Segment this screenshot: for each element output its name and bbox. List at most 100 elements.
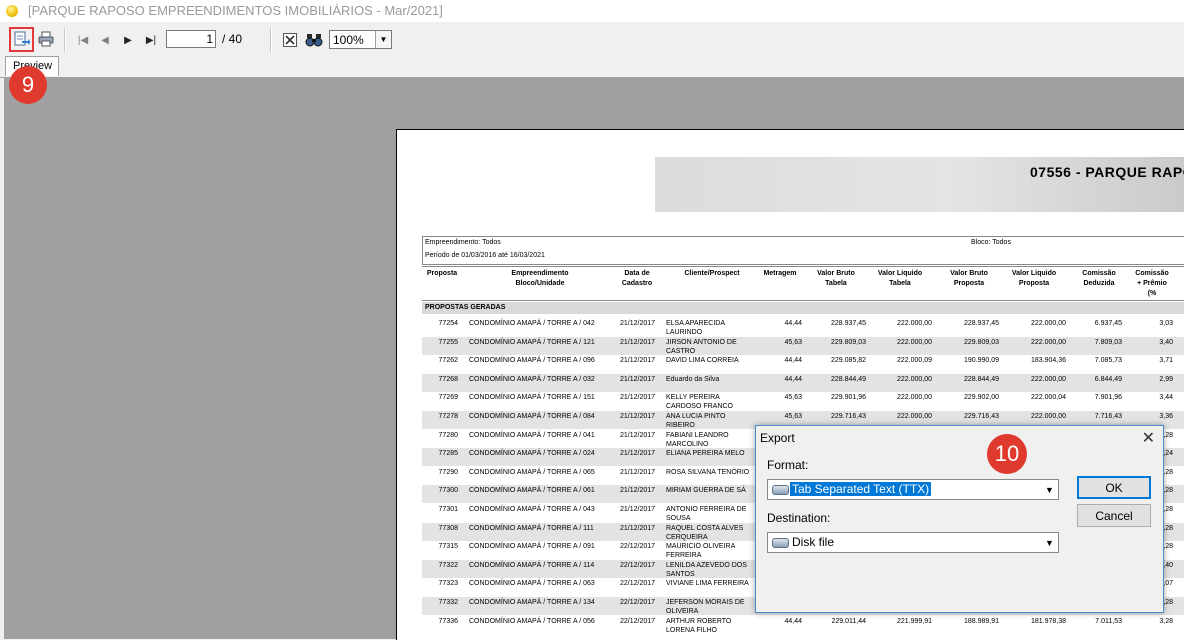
format-select-value: Tab Separated Text (TTX) xyxy=(790,482,932,496)
table-cell-vbt: 229.085,82 xyxy=(830,357,866,365)
table-cell-vlp: 222.000,00 xyxy=(1030,338,1066,346)
table-cell-metragem: 44,44 xyxy=(784,617,802,625)
next-page-button[interactable]: ▶ xyxy=(117,29,139,51)
table-cell-vbp: 228.937,45 xyxy=(963,320,999,327)
table-cell-cliente: JIRSON ANTONIO DE CASTRO xyxy=(666,338,737,355)
first-page-button[interactable]: |◀ xyxy=(72,29,94,51)
table-cell-proposta: 77332 xyxy=(438,599,458,606)
table-cell-cliente: FABIANI LEANDRO MARCOLINO xyxy=(666,431,729,448)
table-cell-metragem: 44,44 xyxy=(784,357,802,365)
table-cell-empreend: CONDOMÍNIO AMAPÁ / TORRE A / 041 xyxy=(469,431,595,439)
table-cell-proposta: 77323 xyxy=(438,580,458,588)
table-cell-vlp: 222.000,00 xyxy=(1030,413,1066,420)
table-cell-proposta: 77290 xyxy=(438,468,458,476)
table-cell-cliente: ELSA APARECIDA LAURINDO xyxy=(666,320,725,336)
chevron-down-icon[interactable]: ▼ xyxy=(1041,533,1058,552)
next-page-icon: ▶ xyxy=(124,34,132,46)
table-cell-vbt: 229.716,43 xyxy=(830,413,866,420)
table-cell-empreend: CONDOMÍNIO AMAPÁ / TORRE A / 065 xyxy=(469,468,595,476)
table-cell-cliente: MIRIAM GUERRA DE SÁ xyxy=(666,487,746,495)
filter-bloco: Bloco: Todos xyxy=(971,239,1011,246)
last-page-button[interactable]: ▶| xyxy=(140,29,162,51)
table-cell-empreend: CONDOMÍNIO AMAPÁ / TORRE A / 063 xyxy=(469,580,595,588)
column-header: Valor Bruto Proposta xyxy=(950,270,988,287)
column-header: Empreendimento Bloco/Unidade xyxy=(511,270,569,287)
table-cell-proposta: 77278 xyxy=(438,413,458,420)
destination-select[interactable]: Disk file ▼ xyxy=(767,532,1059,553)
prev-page-button[interactable]: ◀ xyxy=(94,29,116,51)
table-header: Proposta Empreendimento Bloco/Unidade Da… xyxy=(422,266,1184,301)
table-cell-vbp: 190.990,09 xyxy=(963,357,999,365)
table-cell-empreend: CONDOMÍNIO AMAPÁ / TORRE A / 151 xyxy=(469,394,595,402)
chevron-down-icon[interactable]: ▼ xyxy=(1041,480,1058,499)
format-select[interactable]: Tab Separated Text (TTX) ▼ xyxy=(767,479,1059,500)
table-row: 77336 CONDOMÍNIO AMAPÁ / TORRE A / 056 22/… xyxy=(422,616,1184,634)
page-total: / 40 xyxy=(222,32,243,46)
table-cell-vlt: 222.000,00 xyxy=(896,394,932,402)
table-cell-compre: 2,99 xyxy=(1159,375,1173,383)
table-cell-vlt: 222.000,00 xyxy=(896,413,932,420)
table-cell-proposta: 77285 xyxy=(438,450,458,458)
disk-icon xyxy=(772,538,789,548)
column-header: Valor Liquido Proposta xyxy=(1011,270,1057,287)
print-button[interactable] xyxy=(35,28,57,50)
group-header: PROPOSTAS GERADAS xyxy=(422,302,1184,314)
table-cell-data: 21/12/2017 xyxy=(620,487,656,495)
table-cell-proposta: 77255 xyxy=(438,338,458,346)
chevron-down-icon[interactable]: ▼ xyxy=(375,31,391,48)
table-cell-empreend: CONDOMÍNIO AMAPÁ / TORRE A / 096 xyxy=(469,357,595,365)
cancel-button[interactable]: Cancel xyxy=(1077,504,1151,527)
table-cell-data: 21/12/2017 xyxy=(620,524,656,532)
close-icon[interactable]: ✕ xyxy=(1142,428,1155,448)
table-cell-metragem: 44,44 xyxy=(784,320,802,327)
first-page-icon: |◀ xyxy=(77,34,89,46)
table-cell-vbt: 229.809,03 xyxy=(830,338,866,346)
zoom-select[interactable]: 100% ▼ xyxy=(329,30,392,49)
ok-button[interactable]: OK xyxy=(1077,476,1151,499)
table-cell-proposta: 77315 xyxy=(438,543,458,551)
filter-periodo: Período de 01/03/2016 até 16/03/2021 xyxy=(425,252,545,259)
table-cell-vlt: 222.000,00 xyxy=(896,320,932,327)
table-cell-proposta: 77280 xyxy=(438,431,458,439)
close-report-icon xyxy=(283,33,297,47)
table-cell-empreend: CONDOMÍNIO AMAPÁ / TORRE A / 024 xyxy=(469,450,595,458)
table-row: 77269 CONDOMÍNIO AMAPÁ / TORRE A / 151 21/… xyxy=(422,392,1184,410)
table-cell-data: 21/12/2017 xyxy=(620,357,656,365)
column-header: Cliente/Prospect xyxy=(684,270,740,277)
table-cell-empreend: CONDOMÍNIO AMAPÁ / TORRE A / 061 xyxy=(469,487,595,495)
table-cell-empreend: CONDOMÍNIO AMAPÁ / TORRE A / 056 xyxy=(469,617,595,625)
table-cell-proposta: 77254 xyxy=(438,320,458,327)
table-cell-data: 21/12/2017 xyxy=(620,338,656,346)
table-cell-data: 21/12/2017 xyxy=(620,394,656,402)
report-title: 07556 - PARQUE RAPO xyxy=(1030,164,1184,180)
table-cell-empreend: CONDOMÍNIO AMAPÁ / TORRE A / 121 xyxy=(469,338,595,346)
table-cell-metragem: 45,63 xyxy=(784,394,802,402)
column-header: Valor Liquido Tabela xyxy=(877,270,923,287)
window-title: [PARQUE RAPOSO EMPREENDIMENTOS IMOBILIÁR… xyxy=(28,3,443,18)
table-cell-cliente: MAURICIO OLIVEIRA FERREIRA xyxy=(666,543,735,560)
close-report-button[interactable] xyxy=(279,29,301,51)
prev-page-icon: ◀ xyxy=(101,34,109,46)
table-cell-vbp: 228.844,49 xyxy=(963,375,999,383)
table-cell-comded: 7.901,96 xyxy=(1094,394,1122,402)
app-icon xyxy=(6,5,18,17)
dialog-title: Export xyxy=(760,431,795,445)
tab-bar xyxy=(0,56,1184,78)
table-cell-data: 21/12/2017 xyxy=(620,468,656,476)
search-button[interactable] xyxy=(303,29,325,51)
table-cell-vbp: 229.902,00 xyxy=(963,394,999,402)
table-cell-vlt: 222.000,09 xyxy=(896,357,932,365)
table-cell-vbp: 229.809,03 xyxy=(963,338,999,346)
table-cell-data: 21/12/2017 xyxy=(620,431,656,439)
table-cell-empreend: CONDOMÍNIO AMAPÁ / TORRE A / 042 xyxy=(469,320,595,327)
table-cell-proposta: 77269 xyxy=(438,394,458,402)
table-cell-proposta: 77308 xyxy=(438,524,458,532)
table-cell-proposta: 77300 xyxy=(438,487,458,495)
table-cell-compre: 3,40 xyxy=(1159,338,1173,346)
column-header: Data de Cadastro xyxy=(621,270,653,287)
step-badge-10: 10 xyxy=(987,434,1027,474)
destination-label: Destination: xyxy=(767,511,831,525)
page-number-input[interactable]: 1 xyxy=(166,30,216,48)
table-cell-compre: 3,71 xyxy=(1159,357,1173,365)
table-cell-metragem: 45,63 xyxy=(784,413,802,420)
